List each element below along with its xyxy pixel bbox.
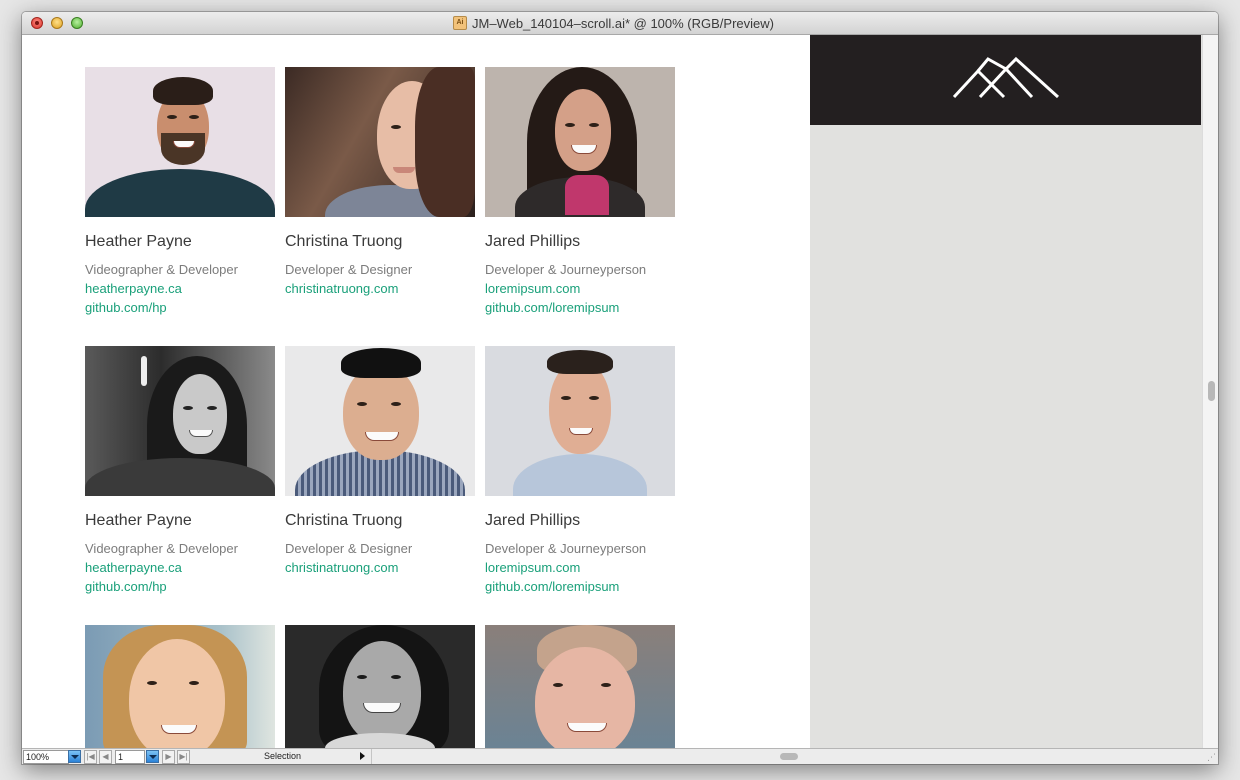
next-artboard-button[interactable]: ▶ [162,750,175,764]
team-member-card[interactable]: Christina Truong Developer & Designer ch… [285,346,475,577]
team-member-card[interactable]: Heather Payne Videographer & Developer h… [85,346,275,596]
vertical-scroll-thumb[interactable] [1208,381,1215,401]
status-bar: 100% |◀ ◀ 1 ▶ ▶| Selection ⋰ [22,748,1218,764]
member-role: Videographer & Developer [85,541,238,556]
member-photo [485,346,675,496]
document-proxy-icon[interactable]: Ai [453,16,467,30]
title-bar[interactable]: Ai JM–Web_140104–scroll.ai* @ 100% (RGB/… [22,12,1218,35]
zoom-dropdown-button[interactable] [68,750,81,763]
artboard-dropdown-button[interactable] [146,750,159,763]
team-member-card[interactable]: Christina Truong Developer & Designer ch… [285,67,475,298]
mountain-logo-icon [952,56,1060,99]
member-github-link[interactable]: github.com/hp [85,577,275,596]
member-role: Developer & Journeyperson [485,541,647,556]
member-website-link[interactable]: heatherpayne.ca [85,279,275,298]
team-member-card[interactable]: Heather Payne Videographer & Developer h… [85,67,275,317]
member-name: Heather Payne [85,512,192,529]
member-website-link[interactable]: loremipsum.com [485,558,675,577]
current-tool-label[interactable]: Selection [264,751,301,761]
member-photo [285,346,475,496]
member-name: Heather Payne [85,233,192,250]
member-photo [485,625,675,748]
team-member-card[interactable] [485,625,675,748]
resize-grip-icon[interactable]: ⋰ [1207,752,1216,763]
member-role: Developer & Designer [285,262,413,277]
member-name: Christina Truong [285,233,403,250]
artboard-number-field[interactable]: 1 [115,750,145,764]
member-name: Jared Phillips [485,512,581,529]
horizontal-scroll-thumb[interactable] [780,753,798,760]
first-artboard-button[interactable]: |◀ [84,750,97,764]
team-member-card[interactable] [85,625,275,748]
artboard-canvas[interactable]: Heather Payne Videographer & Developer h… [22,35,810,748]
team-member-card[interactable]: Jared Phillips Developer & Journeyperson… [485,346,675,596]
member-role: Videographer & Developer [85,262,238,277]
member-photo [485,67,675,217]
previous-artboard-button[interactable]: ◀ [99,750,112,764]
horizontal-scrollbar[interactable] [371,749,1203,764]
member-github-link[interactable]: github.com/hp [85,298,275,317]
illustrator-document-window: Ai JM–Web_140104–scroll.ai* @ 100% (RGB/… [22,12,1218,764]
logo-header-bar[interactable] [810,35,1201,125]
team-member-card[interactable] [285,625,475,748]
last-artboard-button[interactable]: ▶| [177,750,190,764]
member-github-link[interactable]: github.com/loremipsum [485,577,675,596]
vertical-scrollbar[interactable] [1202,35,1218,748]
member-photo [285,67,475,217]
close-window-button[interactable] [31,17,43,29]
window-title: JM–Web_140104–scroll.ai* @ 100% (RGB/Pre… [472,16,774,31]
member-name: Christina Truong [285,512,403,529]
team-member-card[interactable]: Jared Phillips Developer & Journeyperson… [485,67,675,317]
member-website-link[interactable]: loremipsum.com [485,279,675,298]
member-photo [85,67,275,217]
member-role: Developer & Journeyperson [485,262,647,277]
member-name: Jared Phillips [485,233,581,250]
zoom-level-field[interactable]: 100% [23,750,69,764]
pasteboard-area[interactable] [810,35,1202,748]
status-menu-arrow-icon[interactable] [360,752,365,760]
member-website-link[interactable]: christinatruong.com [285,279,475,298]
member-photo [85,625,275,748]
member-photo [85,346,275,496]
member-role: Developer & Designer [285,541,413,556]
minimize-window-button[interactable] [51,17,63,29]
member-photo [285,625,475,748]
member-website-link[interactable]: heatherpayne.ca [85,558,275,577]
member-website-link[interactable]: christinatruong.com [285,558,475,577]
zoom-window-button[interactable] [71,17,83,29]
member-github-link[interactable]: github.com/loremipsum [485,298,675,317]
